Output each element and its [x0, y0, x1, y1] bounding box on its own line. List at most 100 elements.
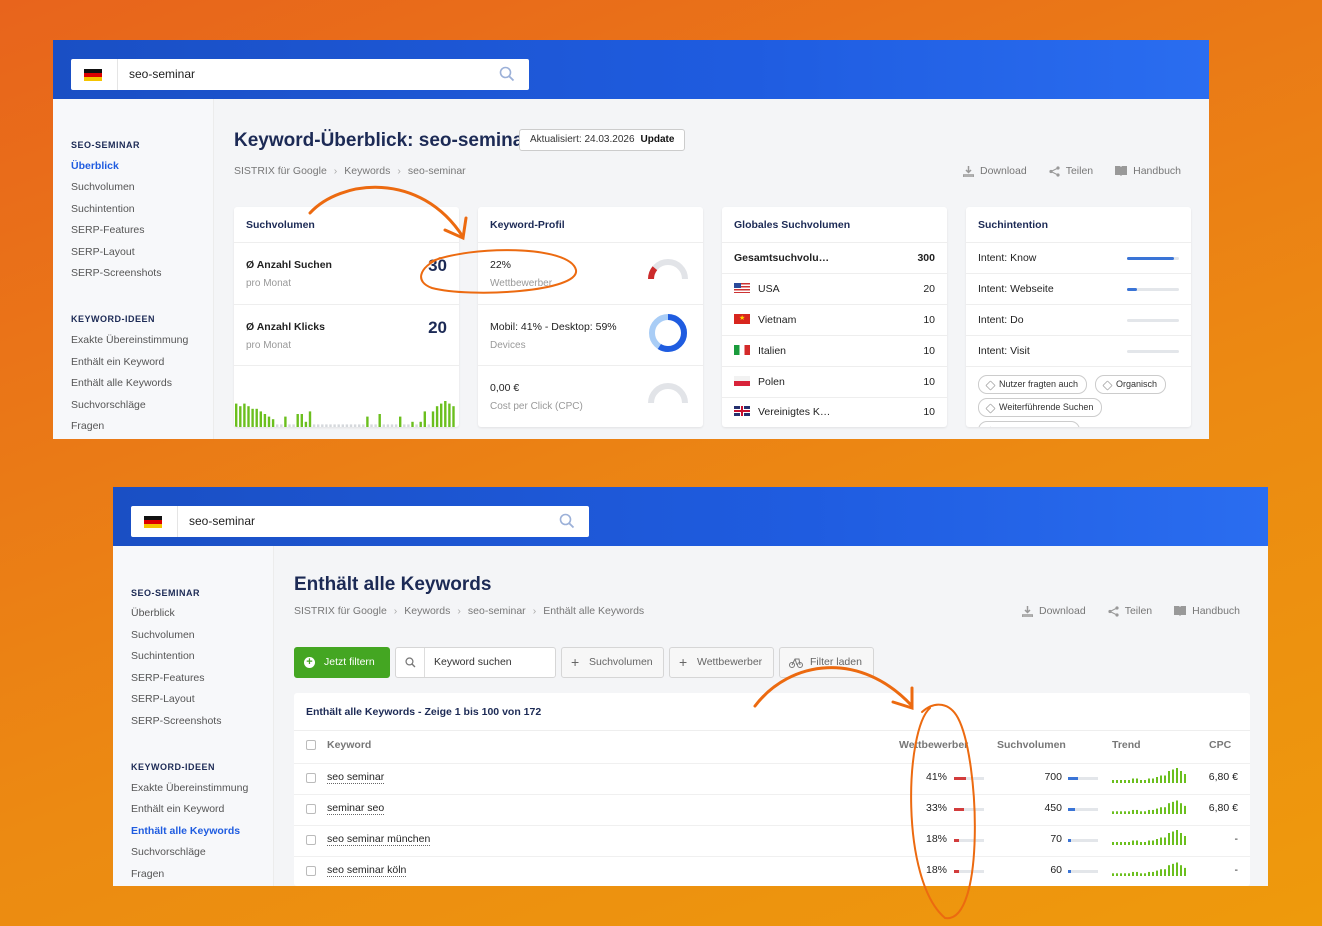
- sidebar-item-intent[interactable]: Suchintention: [131, 650, 195, 662]
- keyword-search-bar[interactable]: seo-seminar: [71, 59, 529, 90]
- search-input[interactable]: seo-seminar: [129, 67, 195, 81]
- country-row[interactable]: Polen 10: [734, 376, 935, 390]
- trend-bar: [1140, 780, 1142, 783]
- trend-sparkline: [1112, 768, 1186, 783]
- sidebar-item-overview[interactable]: Überblick: [71, 160, 119, 172]
- breadcrumb-item[interactable]: Keywords: [344, 165, 390, 177]
- sidebar-item-questions[interactable]: Fragen: [71, 420, 104, 432]
- trend-bar: [1112, 811, 1114, 814]
- country-row[interactable]: Italien 10: [734, 345, 935, 359]
- volume-bar: [325, 424, 328, 427]
- sidebar-item-contains-one[interactable]: Enthält ein Keyword: [71, 356, 164, 368]
- col-keyword[interactable]: Keyword: [327, 739, 371, 751]
- manual-button[interactable]: Handbuch: [1115, 165, 1181, 177]
- plus-circle-icon: +: [304, 657, 315, 668]
- country-row[interactable]: Vereinigtes K… 10: [734, 406, 935, 420]
- share-icon: [1049, 165, 1060, 177]
- update-button[interactable]: Update: [641, 134, 675, 145]
- competitor-value: 41%: [925, 771, 947, 783]
- trend-bar: [1168, 771, 1170, 783]
- manual-label: Handbuch: [1133, 165, 1181, 177]
- sidebar-item-suggestions[interactable]: Suchvorschläge: [131, 846, 206, 858]
- keyword-link[interactable]: seminar seo: [327, 802, 385, 815]
- row-checkbox[interactable]: [306, 804, 316, 814]
- search-input[interactable]: seo-seminar: [189, 514, 255, 528]
- breadcrumb-item[interactable]: Keywords: [404, 605, 450, 617]
- volume-bar-fill: [1068, 870, 1071, 873]
- breadcrumb-item[interactable]: SISTRIX für Google: [294, 605, 387, 617]
- add-volume-filter-button[interactable]: + Suchvolumen: [561, 647, 664, 678]
- country-row[interactable]: ★ Vietnam 10: [734, 314, 935, 328]
- sidebar-item-serp-screenshots[interactable]: SERP-Screenshots: [131, 715, 221, 727]
- sidebar-item-contains-all[interactable]: Enthält alle Keywords: [131, 825, 240, 837]
- keyword-link[interactable]: seo seminar: [327, 771, 385, 784]
- row-checkbox[interactable]: [306, 866, 316, 876]
- sidebar-item-volume[interactable]: Suchvolumen: [71, 181, 135, 193]
- sidebar-item-suggestions[interactable]: Suchvorschläge: [71, 399, 146, 411]
- sidebar-item-overview[interactable]: Überblick: [131, 607, 175, 619]
- competitor-value: 33%: [925, 802, 947, 814]
- download-button[interactable]: Download: [1021, 605, 1086, 617]
- top-bar: seo-seminar: [53, 40, 1209, 99]
- sidebar-item-exact-match[interactable]: Exakte Übereinstimmung: [131, 782, 248, 794]
- row-checkbox[interactable]: [306, 773, 316, 783]
- trend-bar: [1140, 811, 1142, 814]
- trend-bar: [1180, 803, 1182, 814]
- page-actions: Download Teilen Handbuch: [1021, 605, 1240, 617]
- share-button[interactable]: Teilen: [1108, 605, 1152, 617]
- main-content: Enthält alle Keywords SISTRIX für Google…: [274, 546, 1268, 886]
- breadcrumb-item[interactable]: Enthält alle Keywords: [543, 605, 644, 617]
- download-button[interactable]: Download: [962, 165, 1027, 177]
- competitor-value: 18%: [925, 864, 947, 876]
- breadcrumb-item[interactable]: seo-seminar: [468, 605, 526, 617]
- serp-chip[interactable]: [978, 421, 1080, 427]
- serp-chip[interactable]: Nutzer fragten auch: [978, 375, 1088, 394]
- country-value: 10: [923, 406, 935, 418]
- sidebar-item-contains-all[interactable]: Enthält alle Keywords: [71, 377, 172, 389]
- keyword-link[interactable]: seo seminar münchen: [327, 833, 431, 846]
- keyword-filter-placeholder: Keyword suchen: [434, 656, 512, 668]
- sidebar-item-contains-one[interactable]: Enthält ein Keyword: [131, 803, 224, 815]
- sidebar-item-questions[interactable]: Fragen: [131, 868, 164, 880]
- country-row[interactable]: USA 20: [734, 283, 935, 297]
- sidebar-item-serp-features[interactable]: SERP-Features: [131, 672, 205, 684]
- share-button[interactable]: Teilen: [1049, 165, 1093, 177]
- trend-bar: [1168, 865, 1170, 876]
- volume-value: 700: [1044, 771, 1062, 783]
- col-cpc[interactable]: CPC: [1209, 739, 1231, 751]
- germany-flag-icon[interactable]: [84, 69, 102, 81]
- serp-chip[interactable]: Organisch: [1095, 375, 1167, 394]
- apply-filter-button[interactable]: + Jetzt filtern: [294, 647, 390, 678]
- serp-chip[interactable]: Weiterführende Suchen: [978, 398, 1103, 417]
- germany-flag-icon[interactable]: [144, 516, 162, 528]
- search-icon[interactable]: [499, 66, 515, 82]
- competitor-bar-fill: [954, 777, 967, 780]
- search-icon[interactable]: [559, 513, 575, 529]
- add-competitor-filter-button[interactable]: + Wettbewerber: [669, 647, 774, 678]
- select-all-checkbox[interactable]: [306, 740, 316, 750]
- keyword-filter-input[interactable]: Keyword suchen: [395, 647, 556, 678]
- row-checkbox[interactable]: [306, 835, 316, 845]
- share-icon: [1108, 605, 1119, 617]
- sidebar-item-volume[interactable]: Suchvolumen: [131, 629, 195, 641]
- sidebar-item-serp-layout[interactable]: SERP-Layout: [71, 246, 135, 258]
- sidebar-item-serp-features[interactable]: SERP-Features: [71, 224, 145, 236]
- sidebar-item-intent[interactable]: Suchintention: [71, 203, 135, 215]
- trend-bar: [1128, 811, 1130, 814]
- load-filter-button[interactable]: Filter laden: [779, 647, 874, 678]
- manual-button[interactable]: Handbuch: [1174, 605, 1240, 617]
- breadcrumb-item[interactable]: seo-seminar: [408, 165, 466, 177]
- keyword-search-bar[interactable]: seo-seminar: [131, 506, 589, 537]
- sidebar-item-serp-layout[interactable]: SERP-Layout: [131, 693, 195, 705]
- trend-bar: [1148, 809, 1150, 814]
- col-volume[interactable]: Suchvolumen: [997, 739, 1066, 751]
- sidebar-item-serp-screenshots[interactable]: SERP-Screenshots: [71, 267, 161, 279]
- overview-screenshot: seo-seminar SEO-SEMINAR Überblick Suchvo…: [53, 40, 1209, 439]
- keywords-table: Enthält alle Keywords - Zeige 1 bis 100 …: [294, 693, 1250, 886]
- updated-text: Aktualisiert: 24.03.2026: [530, 134, 635, 145]
- keyword-link[interactable]: seo seminar köln: [327, 864, 407, 877]
- col-competitor[interactable]: Wettbewerber: [899, 739, 968, 751]
- breadcrumb-item[interactable]: SISTRIX für Google: [234, 165, 327, 177]
- col-trend[interactable]: Trend: [1112, 739, 1141, 751]
- sidebar-item-exact-match[interactable]: Exakte Übereinstimmung: [71, 334, 188, 346]
